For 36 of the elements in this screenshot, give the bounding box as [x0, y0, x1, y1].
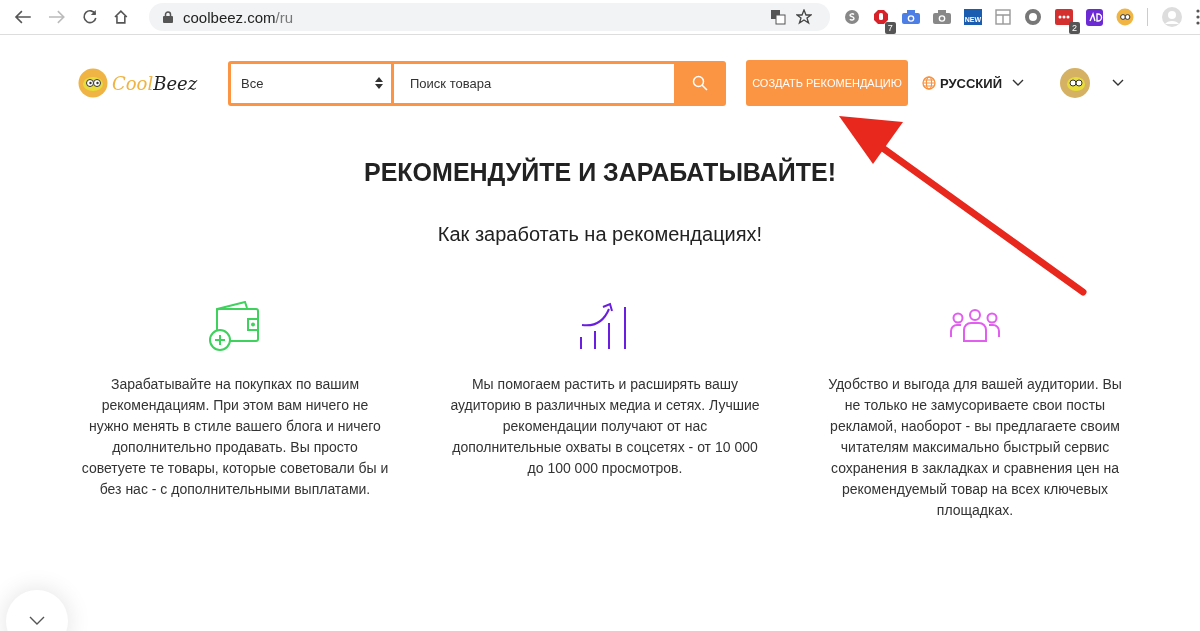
camera-icon[interactable]: [932, 10, 951, 24]
logo-text[interactable]: CoolBeez: [112, 72, 198, 94]
translate-icon[interactable]: [769, 9, 786, 25]
feature-description: Зарабатывайте на покупках по вашим рекомендациям. При этом вам ничего не нужно менять в стиле вашего блога и ничего дополнительно продавать. Вы просто советуете те товары, которые советовали бы и без нас - с дополнительными выплатами.: [80, 375, 390, 499]
feature-description: Мы помогаем растить и расширять вашу аудиторию в различных медиа и сетях. Лучшие рекомендации получают от нас дополнительные охваты в соцсетях - от 10 000 до 100 000 просмотров.: [450, 375, 760, 478]
chevron-down-icon: [29, 616, 45, 626]
reload-icon[interactable]: [81, 9, 98, 25]
chevron-down-icon[interactable]: [1012, 79, 1024, 87]
hand-icon[interactable]: [872, 9, 889, 25]
extension-badge: 7: [884, 22, 896, 34]
skype-icon[interactable]: [843, 9, 860, 25]
search-field[interactable]: Поиск товара: [394, 60, 674, 106]
category-select[interactable]: Все: [228, 60, 394, 106]
extension-badge: 2: [1069, 22, 1080, 34]
address-bar[interactable]: coolbeez.com/ru: [149, 3, 830, 31]
menu-icon[interactable]: [1196, 9, 1200, 25]
bee-logo-icon[interactable]: [78, 68, 108, 98]
star-icon[interactable]: [795, 9, 812, 25]
feature-description: Удобство и выгода для вашей аудитории. Вы не только не замусориваете свои посты рекламой, наоборот - вы предлагаете своим читателям максимально быстрый сервис сохранения в закладках и сравнения цен на рекомендуемый товар на всех ключевых площадках.: [827, 375, 1123, 520]
home-icon[interactable]: [113, 9, 130, 25]
ring-icon[interactable]: [1024, 8, 1042, 26]
avatar[interactable]: [1060, 68, 1090, 98]
layout-icon[interactable]: [995, 9, 1011, 25]
language-selector[interactable]: РУССКИЙ: [940, 75, 1002, 91]
lock-icon: [163, 11, 174, 23]
chevron-down-icon[interactable]: [1112, 79, 1124, 87]
bee-icon[interactable]: [1116, 8, 1134, 26]
camera-icon[interactable]: [901, 10, 920, 24]
search-icon: [692, 75, 708, 91]
back-icon[interactable]: [14, 9, 32, 25]
sort-icon: [375, 77, 383, 89]
page-subtitle: Как заработать на рекомендациях!: [436, 223, 764, 246]
dots-icon[interactable]: [1055, 9, 1073, 25]
app-icon[interactable]: [1086, 8, 1103, 26]
page-title: РЕКОМЕНДУЙТЕ И ЗАРАБАТЫВАЙТЕ!: [363, 158, 837, 187]
globe-icon: [922, 76, 936, 90]
